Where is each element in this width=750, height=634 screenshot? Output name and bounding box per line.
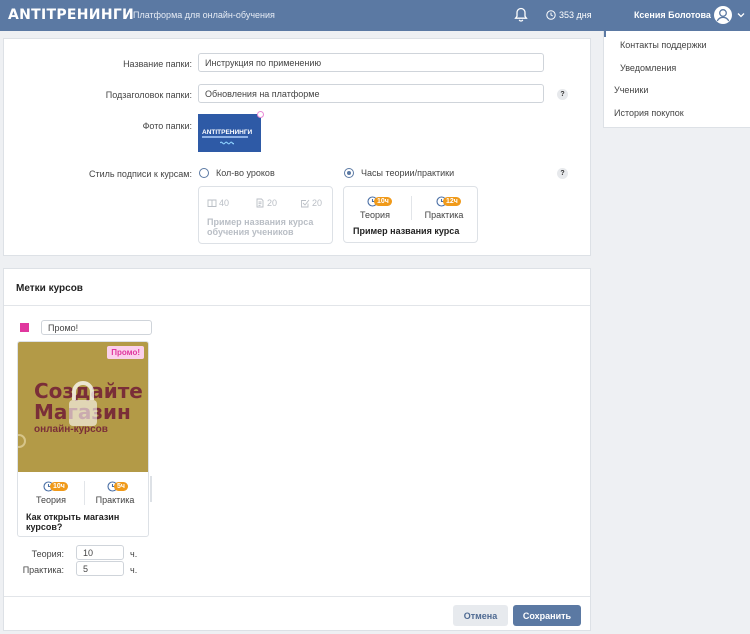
divider	[4, 305, 590, 306]
sample-practice-hours: 12ч Практика	[421, 195, 467, 220]
practice-label: Практика	[424, 210, 464, 220]
settings-sidebar: Контакты поддержки Уведомления Ученики И…	[603, 31, 750, 128]
bell-icon[interactable]	[514, 7, 528, 23]
sample-course-title: Пример названия курса	[353, 226, 460, 236]
theory-unit: ч.	[130, 549, 138, 559]
card-theory-label: Теория	[36, 495, 66, 505]
save-button[interactable]: Сохранить	[513, 605, 581, 626]
folder-photo-underline	[202, 136, 248, 138]
photo-edit-handle[interactable]	[257, 111, 264, 118]
course-tags-title: Метки курсов	[16, 283, 83, 294]
top-bar: ANTITРЕНИНГИ Платформа для онлайн-обучен…	[0, 0, 750, 31]
card-course-title: Как открыть магазин курсов?	[26, 512, 120, 532]
radio-theory-practice-hours[interactable]: Часы теории/практики	[344, 168, 454, 178]
cancel-button[interactable]: Отмена	[453, 605, 508, 626]
theory-label: Теория	[360, 210, 390, 220]
course-card-preview: Создайте Магазин онлайн-курсов Промо! 10…	[17, 341, 149, 537]
book-icon	[207, 199, 217, 208]
radio-lesson-count-label: Кол-во уроков	[216, 168, 275, 178]
clock-icon	[546, 10, 556, 20]
card-theory-hours: 10ч Теория	[28, 480, 74, 505]
course-cover-image: Создайте Магазин онлайн-курсов Промо!	[18, 342, 148, 472]
folder-name-label: Название папки:	[123, 59, 192, 69]
sample-theory-practice: 10ч Теория 12ч Практика Пример названия …	[343, 186, 478, 243]
lock-icon	[69, 381, 97, 426]
card-hours-divider	[84, 481, 85, 505]
sample-course-title: Пример названия курса обучения учеников	[207, 217, 314, 237]
hours-divider	[411, 196, 412, 220]
sidebar-item-purchase-history[interactable]: История покупок	[614, 108, 684, 118]
promo-tag-badge: Промо!	[107, 346, 144, 359]
sample-theory-hours: 10ч Теория	[352, 195, 398, 220]
app-tagline: Платформа для онлайн-обучения	[133, 10, 275, 20]
radio-theory-practice-hours-dot[interactable]	[344, 168, 354, 178]
card-practice-badge: 5ч	[114, 482, 128, 491]
folder-photo-label: Фото папки:	[142, 121, 192, 131]
card-practice-hours: 5ч Практика	[92, 480, 138, 505]
practice-hours-badge: 12ч	[443, 197, 461, 206]
folder-name-input[interactable]	[198, 53, 544, 72]
course-caption-style-label: Стиль подписи к курсам:	[88, 169, 192, 179]
stat-tasks-value: 20	[312, 198, 323, 208]
radio-lesson-count-dot[interactable]	[199, 168, 209, 178]
practice-hours-input[interactable]	[76, 561, 124, 576]
sidebar-item-notifications[interactable]: Уведомления	[620, 63, 676, 73]
card-practice-label: Практика	[95, 495, 135, 505]
sidebar-active-marker	[604, 31, 606, 37]
chevron-down-icon[interactable]	[737, 11, 745, 19]
tag-name-input[interactable]	[41, 320, 152, 335]
stat-tasks: 20	[300, 198, 322, 208]
tag-color-swatch[interactable]	[20, 323, 29, 332]
folder-subtitle-label: Подзаголовок папки:	[105, 90, 192, 100]
stat-documents-value: 20	[267, 198, 278, 208]
stat-documents: 20	[255, 198, 277, 208]
checkbox-icon	[301, 199, 310, 208]
days-count: 353 дня	[559, 10, 592, 20]
user-avatar-icon[interactable]	[713, 5, 733, 25]
stat-lessons: 40	[207, 198, 229, 208]
decorative-ring	[18, 434, 26, 448]
footer-divider	[4, 596, 590, 597]
course-tags-panel: Метки курсов Создайте Магазин онлайн-кур…	[3, 268, 591, 631]
document-icon	[256, 198, 264, 208]
theory-hours-input[interactable]	[76, 545, 124, 560]
theory-hours-badge: 10ч	[374, 197, 392, 206]
app-logo[interactable]: ANTITРЕНИНГИ	[8, 7, 134, 23]
subtitle-help-icon[interactable]: ?	[557, 89, 568, 100]
folder-subtitle-input[interactable]	[198, 84, 544, 103]
caption-style-help-icon[interactable]: ?	[557, 168, 568, 179]
radio-lesson-count[interactable]: Кол-во уроков	[199, 168, 275, 178]
sidebar-item-support-contacts[interactable]: Контакты поддержки	[620, 40, 707, 50]
card-theory-badge: 10ч	[50, 482, 68, 491]
user-name[interactable]: Ксения Болотова	[634, 10, 711, 20]
practice-hours-label: Практика:	[22, 565, 64, 575]
sample-lesson-count: 40 20 20 Пример названия курса обучения …	[198, 186, 333, 244]
card-edge	[150, 476, 152, 502]
wave-icon	[220, 141, 234, 145]
stat-lessons-value: 40	[219, 198, 230, 208]
radio-theory-practice-hours-label: Часы теории/практики	[361, 168, 455, 178]
subscription-days: 353 дня	[546, 10, 592, 20]
practice-unit: ч.	[130, 565, 138, 575]
theory-hours-label: Теория:	[31, 549, 64, 559]
folder-photo-logo: ANTITРЕНИНГИ	[202, 129, 253, 136]
folder-photo[interactable]: ANTITРЕНИНГИ	[198, 111, 264, 152]
sidebar-item-students[interactable]: Ученики	[614, 85, 648, 95]
